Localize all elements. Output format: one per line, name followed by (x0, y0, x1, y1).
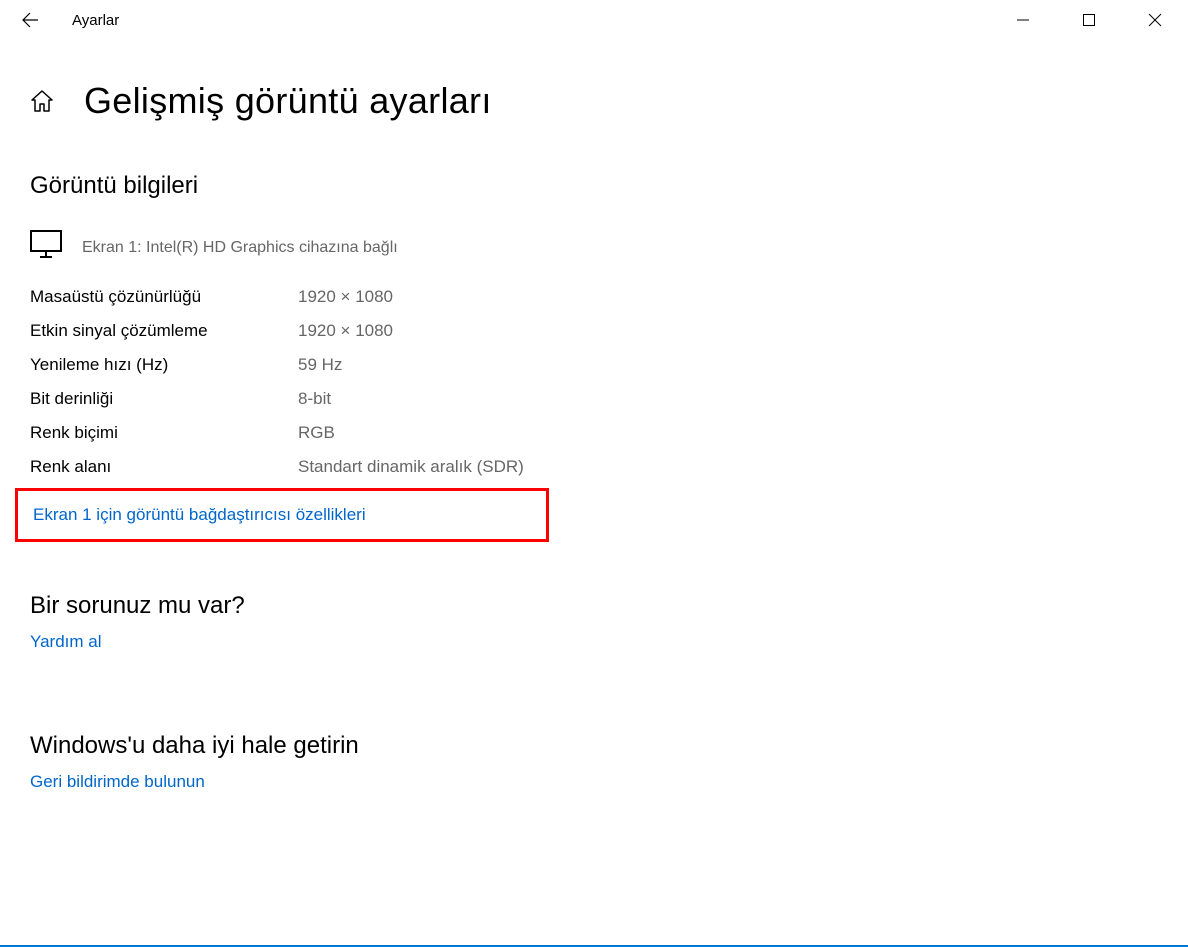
get-help-link[interactable]: Yardım al (30, 632, 102, 651)
close-button[interactable] (1122, 0, 1188, 40)
info-value: RGB (298, 423, 335, 443)
table-row: Masaüstü çözünürlüğü 1920 × 1080 (30, 280, 1158, 314)
maximize-button[interactable] (1056, 0, 1122, 40)
titlebar: Ayarlar (0, 0, 1188, 40)
adapter-link-highlight: Ekran 1 için görüntü bağdaştırıcısı özel… (15, 488, 549, 542)
window-controls (990, 0, 1188, 40)
feedback-section: Windows'u daha iyi hale getirin Geri bil… (30, 732, 1158, 792)
page-title: Gelişmiş görüntü ayarları (84, 80, 492, 122)
info-value: 8-bit (298, 389, 331, 409)
close-icon (1148, 13, 1162, 27)
info-label: Renk alanı (30, 457, 298, 477)
display-adapter-link[interactable]: Ekran 1 için görüntü bağdaştırıcısı özel… (33, 505, 366, 524)
info-value: Standart dinamik aralık (SDR) (298, 457, 524, 477)
table-row: Renk biçimi RGB (30, 416, 1158, 450)
info-label: Yenileme hızı (Hz) (30, 355, 298, 375)
minimize-icon (1017, 14, 1029, 26)
back-arrow-icon (21, 11, 39, 29)
info-label: Renk biçimi (30, 423, 298, 443)
content-area: Gelişmiş görüntü ayarları Görüntü bilgil… (0, 40, 1188, 792)
info-value: 1920 × 1080 (298, 287, 393, 307)
home-icon (30, 89, 54, 113)
minimize-button[interactable] (990, 0, 1056, 40)
info-value: 59 Hz (298, 355, 342, 375)
info-label: Masaüstü çözünürlüğü (30, 287, 298, 307)
back-button[interactable] (20, 10, 40, 30)
feedback-link[interactable]: Geri bildirimde bulunun (30, 772, 205, 791)
info-label: Etkin sinyal çözümleme (30, 321, 298, 341)
app-title: Ayarlar (72, 12, 119, 29)
table-row: Renk alanı Standart dinamik aralık (SDR) (30, 450, 1158, 484)
home-button[interactable] (30, 89, 54, 113)
monitor-icon (30, 230, 62, 258)
table-row: Bit derinliği 8-bit (30, 382, 1158, 416)
maximize-icon (1083, 14, 1095, 26)
info-value: 1920 × 1080 (298, 321, 393, 341)
table-row: Etkin sinyal çözümleme 1920 × 1080 (30, 314, 1158, 348)
display-description: Ekran 1: Intel(R) HD Graphics cihazına b… (82, 239, 398, 258)
question-title: Bir sorunuz mu var? (30, 592, 1158, 620)
titlebar-left: Ayarlar (20, 10, 119, 30)
info-label: Bit derinliği (30, 389, 298, 409)
feedback-title: Windows'u daha iyi hale getirin (30, 732, 1158, 760)
display-block: Ekran 1: Intel(R) HD Graphics cihazına b… (30, 230, 1158, 572)
question-section: Bir sorunuz mu var? Yardım al (30, 592, 1158, 652)
display-info-table: Masaüstü çözünürlüğü 1920 × 1080 Etkin s… (30, 280, 1158, 484)
table-row: Yenileme hızı (Hz) 59 Hz (30, 348, 1158, 382)
display-icon-row: Ekran 1: Intel(R) HD Graphics cihazına b… (30, 230, 1158, 258)
page-header: Gelişmiş görüntü ayarları (30, 80, 1158, 122)
display-info-title: Görüntü bilgileri (30, 172, 1158, 200)
